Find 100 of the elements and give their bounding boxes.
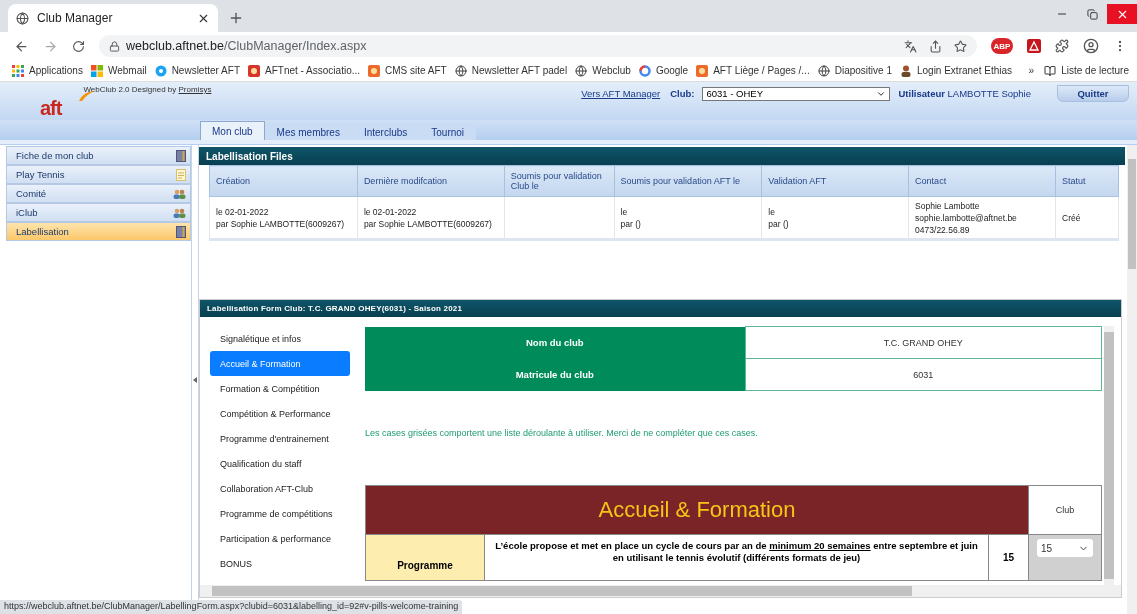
bookmark[interactable]: AFT Liège / Pages /...: [696, 64, 810, 77]
bookmark[interactable]: Newsletter AFT: [154, 64, 240, 77]
section-tab[interactable]: Signalétique et infos: [210, 326, 350, 351]
section-tab[interactable]: Collaboration AFT-Club: [210, 476, 350, 501]
section-tab[interactable]: Qualification du staff: [210, 451, 350, 476]
sidebar-item[interactable]: Play Tennis: [6, 165, 191, 184]
tab-title: Club Manager: [37, 11, 114, 25]
restore-icon[interactable]: [1086, 8, 1098, 20]
score-select[interactable]: 15: [1037, 539, 1093, 557]
table-cell: le par (): [761, 196, 909, 240]
globe-icon: [575, 64, 588, 77]
designed-by: WebClub 2.0 Designed by Promisys: [83, 85, 212, 94]
section-tab[interactable]: Compétition & Performance: [210, 401, 350, 426]
globe-icon: [16, 11, 29, 25]
book-icon: [1044, 64, 1057, 77]
category-cell: Programme: [365, 534, 485, 581]
section-tab[interactable]: Programme d'entrainement: [210, 426, 350, 451]
bookmark[interactable]: Login Extranet Ethias: [899, 64, 1012, 77]
bookmark[interactable]: Webmail: [90, 64, 147, 77]
sidebar-item[interactable]: Fiche de mon club: [6, 146, 191, 165]
close-button[interactable]: [1107, 4, 1137, 24]
panel-header: Labellisation Files: [199, 147, 1125, 165]
section-tab[interactable]: Formation & Compétition: [210, 376, 350, 401]
field-label: Nom du club: [365, 326, 745, 359]
club-select[interactable]: 6031 - OHEY: [702, 86, 891, 101]
square-icon: [248, 64, 260, 77]
square-icon: [696, 64, 709, 77]
club-label: Club:: [670, 88, 695, 99]
globe-icon: [817, 64, 830, 77]
browser-tab[interactable]: Club Manager: [8, 4, 218, 32]
bookmark[interactable]: Newsletter AFT padel: [454, 64, 568, 77]
share-icon[interactable]: [929, 39, 942, 53]
column-header: Contact: [908, 165, 1056, 197]
square-icon: [368, 64, 381, 77]
scrollbar[interactable]: [1104, 326, 1114, 585]
table-cell: Sophie Lambotte sophie.lambotte@aftnet.be 0473/22.56.89: [908, 196, 1056, 240]
bookmark[interactable]: Applications: [12, 64, 83, 77]
bookmark[interactable]: Google: [638, 64, 689, 77]
back-icon[interactable]: [14, 38, 29, 54]
apps-grid-icon: [12, 64, 24, 77]
page-scrollbar[interactable]: [1127, 145, 1137, 614]
people-icon: [173, 188, 186, 199]
puzzle-icon[interactable]: [1055, 39, 1069, 53]
nav-tab[interactable]: Mon club: [200, 121, 265, 140]
column-header: Validation AFT: [761, 165, 909, 197]
star-icon[interactable]: [954, 39, 967, 53]
reading-list-button[interactable]: Liste de lecture: [1044, 64, 1129, 77]
panel-header: Labellisation Form Club: T.C. GRAND OHEY(6031) - Saison 2021: [200, 300, 1121, 317]
address-bar[interactable]: webclub.aftnet.be/ClubManager/Index.aspx: [99, 35, 977, 57]
people-icon: [173, 207, 186, 218]
table-cell: le par (): [614, 196, 762, 240]
sidebar-item[interactable]: iClub: [6, 203, 191, 222]
ring-icon: [638, 64, 651, 77]
horizontal-scrollbar[interactable]: [200, 585, 1121, 597]
section-tab[interactable]: Accueil & Formation: [210, 351, 350, 376]
table-cell: le 02-01-2022 par Sophie LAMBOTTE(6009267): [209, 196, 358, 240]
collapse-arrow-icon[interactable]: [193, 376, 197, 383]
criterion-text: L’école propose et met en place un cycle de cours par an de minimum 20 semaines entre septembre et juin en utilisant le tennis évolutif (différents formats de jeu): [484, 534, 989, 581]
bookmark[interactable]: Webclub: [575, 64, 631, 77]
section-tab[interactable]: Programme de compétitions: [210, 501, 350, 526]
column-header: Statut: [1055, 165, 1119, 197]
column-header: Club: [1028, 485, 1102, 535]
column-header: Soumis pour validation AFT le: [614, 165, 762, 197]
table-cell: Créé: [1055, 196, 1119, 240]
translate-icon[interactable]: [904, 39, 917, 53]
bookmark[interactable]: Diapositive 1: [817, 64, 892, 77]
quit-button[interactable]: Quitter: [1057, 85, 1129, 102]
reload-icon[interactable]: [72, 39, 85, 53]
person-icon: [899, 64, 912, 77]
column-header: Dernière modifcation: [357, 165, 505, 197]
sidebar-item[interactable]: Labellisation: [6, 222, 191, 241]
book-icon: [176, 149, 186, 162]
logo: aft: [40, 97, 62, 120]
column-header: Soumis pour validation Club le: [504, 165, 615, 197]
column-header: Création: [209, 165, 358, 197]
field-value: T.C. GRAND OHEY: [745, 326, 1102, 359]
table-cell: le 02-01-2022 par Sophie LAMBOTTE(6009267): [357, 196, 505, 240]
sidebar-item[interactable]: Comité: [6, 184, 191, 203]
user-info: Utilisateur LAMBOTTE Sophie: [898, 88, 1031, 99]
adblock-icon[interactable]: ABP: [991, 38, 1013, 54]
new-tab-icon[interactable]: [228, 10, 244, 26]
more-bookmarks-button[interactable]: »: [1028, 65, 1035, 76]
field-value: 6031: [745, 358, 1102, 391]
book-icon: [176, 225, 186, 238]
status-url: https://webclub.aftnet.be/ClubManager/LabellingForm.aspx?clubid=6031&labelling_id=92#v-pills-welcome-training: [0, 600, 463, 614]
lock-icon: [109, 40, 120, 52]
field-label: Matricule du club: [365, 358, 745, 391]
profile-icon[interactable]: [1083, 38, 1099, 54]
bookmark[interactable]: CMS site AFT: [368, 64, 447, 77]
manager-link[interactable]: Vers AFT Manager: [581, 88, 661, 99]
note-icon: [176, 168, 186, 181]
swoosh-icon: [78, 90, 96, 102]
section-title: Accueil & Formation: [365, 485, 1029, 535]
points-cell: 15: [988, 534, 1029, 581]
section-tab[interactable]: BONUS: [210, 551, 350, 576]
notice-text: Les cases grisées comportent une liste déroulante à utiliser. Merci de ne compléter que ces cases.: [365, 428, 759, 438]
section-tab[interactable]: Participation & performance: [210, 526, 350, 551]
globe-icon: [454, 64, 467, 77]
bookmark[interactable]: AFTnet - Associatio...: [248, 64, 361, 77]
four-squares-icon: [90, 64, 103, 77]
